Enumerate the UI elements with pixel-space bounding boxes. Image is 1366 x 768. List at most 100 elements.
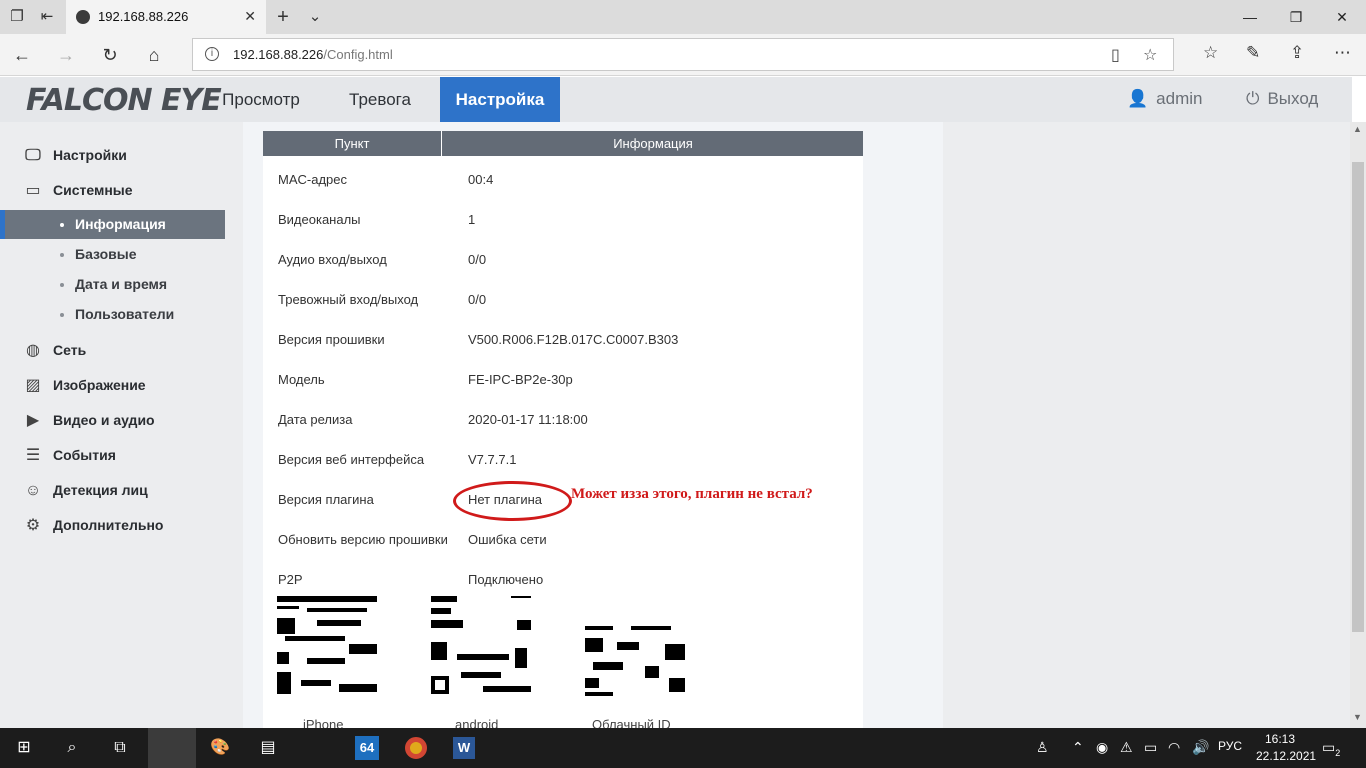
app-header: FALCON EYE Просмотр Тревога Настройка 👤 a… bbox=[0, 77, 1352, 122]
header-info: Информация bbox=[613, 136, 693, 151]
close-tab-icon[interactable]: ✕ bbox=[244, 8, 256, 25]
chrome-app-icon[interactable] bbox=[392, 728, 440, 768]
label-alarm-io: Тревожный вход/выход bbox=[278, 292, 419, 307]
value-p2p: Подключено bbox=[468, 572, 544, 587]
sidebar-subitem-basic[interactable]: Базовые bbox=[0, 240, 225, 269]
volume-icon[interactable]: 🔊 bbox=[1192, 739, 1209, 756]
nav-alarm[interactable]: Тревога bbox=[330, 77, 430, 122]
system-icon: ▭ bbox=[25, 182, 41, 199]
value-alarm-io: 0/0 bbox=[468, 292, 487, 307]
label-firmware: Версия прошивки bbox=[278, 332, 385, 347]
label-p2p: P2P bbox=[278, 572, 303, 587]
value-mac: 00:4 bbox=[468, 172, 494, 187]
label-video-channels: Видеоканалы bbox=[278, 212, 361, 227]
table-header: Пункт Информация bbox=[263, 131, 863, 156]
header-item: Пункт bbox=[263, 131, 442, 156]
notes-pen-icon[interactable]: ✎ bbox=[1246, 43, 1260, 63]
home-icon[interactable]: ⌂ bbox=[142, 43, 166, 67]
face-icon: ☺ bbox=[24, 482, 42, 499]
sidebar-item-video-audio[interactable]: ▶ Видео и аудио bbox=[22, 409, 155, 431]
reading-view-icon[interactable]: ▯ bbox=[1111, 45, 1120, 65]
paint-app-icon[interactable]: 🎨 bbox=[196, 728, 244, 768]
power-icon: ⏻ bbox=[1246, 89, 1260, 108]
address-bar[interactable]: i 192.168.88.226/Config.html ▯ ☆ bbox=[192, 38, 1174, 71]
browser-tab[interactable]: 192.168.88.226 ✕ bbox=[66, 0, 266, 34]
sidebar-item-network[interactable]: ◍ Сеть bbox=[22, 339, 86, 361]
nav-settings[interactable]: Настройка bbox=[440, 77, 560, 122]
taskbar-app-active[interactable] bbox=[148, 728, 196, 768]
favorite-star-icon[interactable]: ☆ bbox=[1143, 45, 1157, 65]
label-mac: MAC-адрес bbox=[278, 172, 347, 187]
sidebar-item-face-detection[interactable]: ☺ Детекция лиц bbox=[22, 479, 148, 501]
tab-list-icon[interactable]: ⌄ bbox=[304, 6, 326, 28]
browser-toolbar: ← → ↻ ⌂ i 192.168.88.226/Config.html ▯ ☆… bbox=[0, 34, 1366, 76]
sidebar-item-events[interactable]: ☰ События bbox=[22, 444, 116, 466]
falcon-eye-logo: FALCON EYE bbox=[26, 83, 222, 118]
label-release-date: Дата релиза bbox=[278, 412, 353, 427]
image-icon: ▨ bbox=[25, 377, 41, 394]
annotation-circle bbox=[453, 481, 572, 521]
word-app-icon[interactable]: W bbox=[440, 728, 488, 768]
sidebar-item-settings[interactable]: 🖵 Настройки bbox=[22, 144, 127, 166]
nav-view[interactable]: Просмотр bbox=[202, 77, 320, 122]
close-window-icon[interactable]: ✕ bbox=[1319, 6, 1365, 28]
info-icon[interactable]: i bbox=[205, 47, 219, 61]
monitor-icon: 🖵 bbox=[25, 147, 41, 164]
control-panel-app-icon[interactable]: ▤ bbox=[244, 728, 292, 768]
globe-icon: ◍ bbox=[26, 342, 40, 359]
events-icon: ☰ bbox=[25, 447, 41, 464]
search-icon[interactable]: ⌕ bbox=[48, 728, 96, 768]
scroll-down-icon[interactable]: ▼ bbox=[1353, 712, 1362, 722]
qr-code-iphone bbox=[277, 596, 377, 696]
battery-icon[interactable]: ▭ bbox=[1144, 739, 1157, 756]
language-indicator[interactable]: РУС bbox=[1218, 739, 1242, 753]
wifi-icon[interactable]: ◠ bbox=[1168, 739, 1180, 756]
tray-expand-icon[interactable]: ⌃ bbox=[1072, 739, 1084, 756]
value-video-channels: 1 bbox=[468, 212, 476, 227]
scroll-up-icon[interactable]: ▲ bbox=[1353, 124, 1362, 134]
tab-actions-icon[interactable]: ❐ bbox=[6, 6, 28, 28]
maximize-icon[interactable]: ❐ bbox=[1273, 6, 1319, 28]
minimize-icon[interactable]: — bbox=[1227, 6, 1273, 28]
notifications-icon[interactable]: ▭2 bbox=[1322, 739, 1340, 758]
more-menu-icon[interactable]: ⋯ bbox=[1334, 43, 1351, 63]
right-pane bbox=[943, 122, 1350, 728]
security-tray-icon[interactable]: ◉ bbox=[1096, 739, 1108, 756]
browser-tab-strip: ❐ ⇤ 192.168.88.226 ✕ + ⌄ — ❐ ✕ bbox=[0, 0, 1366, 34]
user-menu[interactable]: 👤 admin bbox=[1127, 89, 1202, 109]
value-model: FE-IPC-BP2e-30p bbox=[468, 372, 573, 387]
value-update-firmware: Ошибка сети bbox=[468, 532, 547, 547]
task-view-icon[interactable]: ⧉ bbox=[96, 728, 144, 768]
people-icon[interactable]: ♙ bbox=[1036, 739, 1049, 756]
sidebar-item-advanced[interactable]: ⚙ Дополнительно bbox=[22, 514, 164, 536]
scroll-thumb[interactable] bbox=[1352, 162, 1364, 632]
refresh-icon[interactable]: ↻ bbox=[98, 43, 122, 67]
label-plugin-version: Версия плагина bbox=[278, 492, 374, 507]
back-icon[interactable]: ← bbox=[10, 43, 34, 67]
clock[interactable]: 16:13 22.12.2021 bbox=[1256, 731, 1316, 765]
aida64-app-icon[interactable]: 64 bbox=[343, 728, 391, 768]
network-alert-icon[interactable]: ⚠ bbox=[1120, 739, 1133, 756]
globe-icon bbox=[76, 10, 90, 24]
annotation-text: Может изза этого, плагин не встал? bbox=[571, 486, 813, 502]
sidebar-item-system[interactable]: ▭ Системные bbox=[22, 179, 132, 201]
page-scrollbar[interactable]: ▲ ▼ bbox=[1350, 122, 1366, 728]
new-tab-icon[interactable]: + bbox=[272, 6, 294, 28]
share-icon[interactable]: ⇪ bbox=[1290, 43, 1304, 63]
gear-icon: ⚙ bbox=[25, 517, 41, 534]
favorites-list-icon[interactable]: ☆ bbox=[1203, 43, 1218, 63]
logout-button[interactable]: ⏻ Выход bbox=[1246, 89, 1318, 109]
forward-icon[interactable]: → bbox=[54, 43, 78, 67]
qr-code-android bbox=[431, 596, 531, 696]
tab-title: 192.168.88.226 bbox=[98, 9, 189, 24]
label-audio-io: Аудио вход/выход bbox=[278, 252, 387, 267]
sidebar-subitem-datetime[interactable]: Дата и время bbox=[0, 270, 225, 299]
set-tabs-aside-icon[interactable]: ⇤ bbox=[36, 6, 58, 28]
sidebar-item-image[interactable]: ▨ Изображение bbox=[22, 374, 145, 396]
sidebar-subitem-info[interactable]: Информация bbox=[0, 210, 225, 239]
url-text[interactable]: 192.168.88.226/Config.html bbox=[233, 47, 393, 62]
video-icon: ▶ bbox=[26, 412, 40, 429]
windows-start-icon[interactable]: ⊞ bbox=[0, 728, 48, 768]
value-web-version: V7.7.7.1 bbox=[468, 452, 517, 467]
sidebar-subitem-users[interactable]: Пользователи bbox=[0, 300, 225, 329]
